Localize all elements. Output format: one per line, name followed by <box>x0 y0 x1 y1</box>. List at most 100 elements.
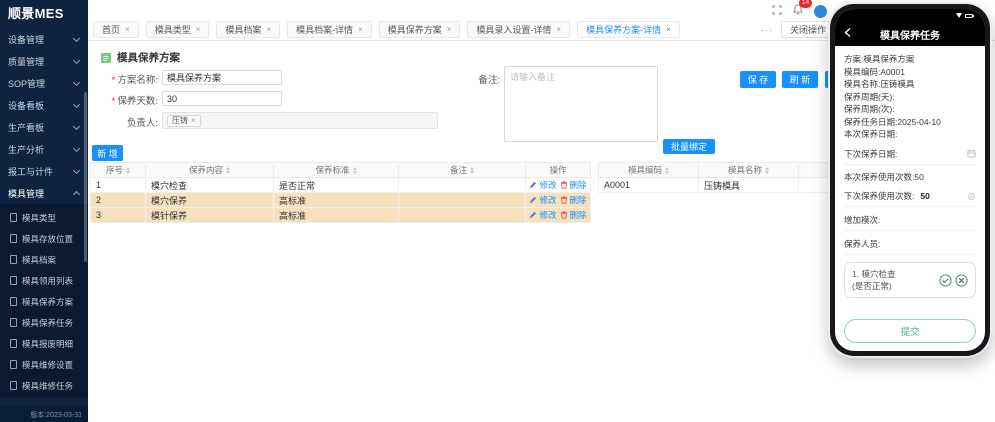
remove-tag-icon[interactable]: × <box>191 116 196 125</box>
document-icon <box>10 297 17 306</box>
user-avatar[interactable] <box>814 5 827 18</box>
calendar-icon[interactable] <box>967 149 976 158</box>
close-icon[interactable]: × <box>666 25 671 34</box>
sidebar: 顺景MES 设备管理 质量管理 SOP管理 设备看板 生产看板 生产分析 报工与… <box>0 0 88 422</box>
sidebar-item-mold-type[interactable]: 模具类型 <box>0 207 88 228</box>
tab-mold-type[interactable]: 模具类型× <box>146 21 210 38</box>
close-icon[interactable]: × <box>125 25 130 34</box>
delete-row-link[interactable]: 删除 <box>560 194 587 206</box>
document-icon <box>10 276 17 285</box>
tab-overflow-button[interactable]: ··· <box>761 25 773 35</box>
pencil-icon <box>529 196 537 204</box>
sidebar-scrollbar[interactable] <box>84 92 87 262</box>
plan-name-input[interactable] <box>162 70 282 85</box>
maintain-person-field[interactable]: 保养人员: <box>844 235 976 255</box>
sort-icon[interactable] <box>665 167 669 174</box>
submit-button[interactable]: 提交 <box>844 319 976 343</box>
sort-icon[interactable] <box>765 167 769 174</box>
document-icon <box>10 255 17 264</box>
card-item-standard: (是否正常) <box>852 281 892 291</box>
sidebar-item-piecework[interactable]: 报工与计件 <box>0 160 88 182</box>
close-icon[interactable]: × <box>447 25 452 34</box>
owner-tag-input[interactable]: 压铸× <box>162 112 438 129</box>
back-arrow-icon[interactable] <box>843 25 854 43</box>
edit-row-link[interactable]: 修改 <box>529 179 556 191</box>
sidebar-item-production-board[interactable]: 生产看板 <box>0 116 88 138</box>
close-icon[interactable]: × <box>556 25 561 34</box>
trash-icon <box>560 211 568 219</box>
app-screenshot: 顺景MES 设备管理 质量管理 SOP管理 设备看板 生产看板 生产分析 报工与… <box>0 0 995 422</box>
sidebar-item-equipment-board[interactable]: 设备看板 <box>0 94 88 116</box>
sidebar-item-mold-archive[interactable]: 模具档案 <box>0 249 88 270</box>
sort-icon[interactable] <box>353 167 357 174</box>
next-date-field[interactable]: 下次保养日期: <box>844 145 976 165</box>
plan-name-label: *方案名称: <box>88 72 158 86</box>
sort-icon[interactable] <box>126 167 130 174</box>
save-button[interactable]: 保 存 <box>740 71 776 88</box>
table-header-row: 序号 保养内容 保养标准 备注 操作 <box>91 163 591 178</box>
refresh-button[interactable]: 刷 新 <box>782 71 818 88</box>
sidebar-item-mold-repair-task[interactable]: 模具维修任务 <box>0 375 88 396</box>
trash-icon <box>560 196 568 204</box>
next-count-value: 50 <box>920 191 929 201</box>
batch-bind-button[interactable]: 批量绑定 <box>663 139 715 154</box>
sort-icon[interactable] <box>226 167 230 174</box>
sidebar-item-mold-maintain-task[interactable]: 模具保养任务 <box>0 312 88 333</box>
maintain-days-input[interactable] <box>162 91 282 106</box>
chevron-down-icon <box>73 144 80 151</box>
cross-circle-icon[interactable] <box>955 274 968 287</box>
table-row: 3 模针保养 高标准 修改 删除 <box>91 208 591 223</box>
phone-nav-bar: 模具保养任务 <box>835 22 985 46</box>
battery-icon <box>965 14 973 18</box>
mold-submenu: 模具类型 模具存放位置 模具档案 模具领用列表 模具保养方案 模具保养任务 模具… <box>0 204 88 398</box>
remark-textarea[interactable] <box>504 66 658 142</box>
document-icon <box>10 213 17 222</box>
close-icon[interactable]: × <box>358 25 363 34</box>
edit-row-link[interactable]: 修改 <box>529 194 556 206</box>
phone-mockup: 模具保养任务 方案:模具保养方案 模具编码:A0001 模具名称:压铸模具 保养… <box>830 4 990 356</box>
green-document-icon <box>100 52 112 64</box>
close-icon[interactable]: × <box>196 25 201 34</box>
maintain-days-label: *保养天数: <box>88 93 158 107</box>
tab-mold-archive[interactable]: 模具档案× <box>216 21 280 38</box>
maintain-items-table: 序号 保养内容 保养标准 备注 操作 1 模穴检查 是否正常 修改 删除 2 模… <box>90 162 591 223</box>
remark-label: 备注: <box>460 72 500 86</box>
add-shots-field[interactable]: 增加模次: <box>844 211 976 231</box>
edit-row-link[interactable]: 修改 <box>529 209 556 221</box>
sidebar-item-production-analysis[interactable]: 生产分析 <box>0 138 88 160</box>
sidebar-item-mold-maintain-plan[interactable]: 模具保养方案 <box>0 291 88 312</box>
add-row-button[interactable]: 新 增 <box>92 145 123 161</box>
sort-icon[interactable] <box>470 167 474 174</box>
tab-entry-setting-detail[interactable]: 模具录入设置-详情× <box>467 21 570 38</box>
delete-row-link[interactable]: 删除 <box>560 209 587 221</box>
sidebar-item-equipment-mgmt[interactable]: 设备管理 <box>0 28 88 50</box>
tab-maintain-plan[interactable]: 模具保养方案× <box>379 21 461 38</box>
sidebar-item-mold-requisition[interactable]: 模具领用列表 <box>0 270 88 291</box>
document-icon <box>10 234 17 243</box>
chevron-down-icon <box>73 56 80 63</box>
sidebar-item-mold-repair-setting[interactable]: 模具维修设置 <box>0 354 88 375</box>
phone-screen: 模具保养任务 方案:模具保养方案 模具编码:A0001 模具名称:压铸模具 保养… <box>835 9 985 351</box>
pencil-icon <box>529 211 537 219</box>
tab-maintain-plan-detail[interactable]: 模具保养方案-详情× <box>577 21 680 38</box>
sidebar-item-sop-mgmt[interactable]: SOP管理 <box>0 72 88 94</box>
tab-home[interactable]: 首页× <box>93 21 139 38</box>
delete-row-link[interactable]: 删除 <box>560 179 587 191</box>
cycle-days-line: 保养周期(天): <box>844 91 976 104</box>
sidebar-item-mold-location[interactable]: 模具存放位置 <box>0 228 88 249</box>
card-item-name: 1. 模穴检查 <box>852 269 895 279</box>
next-count-field[interactable]: 下次保养使用次数: 50 <box>844 187 976 207</box>
sidebar-item-quality-mgmt[interactable]: 质量管理 <box>0 50 88 72</box>
maintain-item-card: 1. 模穴检查 (是否正常) <box>844 262 976 298</box>
version-text: 版本:2023-03-31 <box>0 406 88 422</box>
this-count-line: 本次保养使用次数:50 <box>844 171 976 184</box>
tab-mold-archive-detail[interactable]: 模具档案-详情× <box>287 21 372 38</box>
document-icon <box>10 339 17 348</box>
close-icon[interactable]: × <box>266 25 271 34</box>
gear-icon[interactable] <box>967 192 976 201</box>
sidebar-item-mold-scrap[interactable]: 模具报废明细 <box>0 333 88 354</box>
sidebar-item-mold-mgmt[interactable]: 模具管理 <box>0 182 88 204</box>
phone-status-bar <box>835 9 985 22</box>
check-circle-icon[interactable] <box>939 274 952 287</box>
cycle-count-line: 保养周期(次): <box>844 103 976 116</box>
